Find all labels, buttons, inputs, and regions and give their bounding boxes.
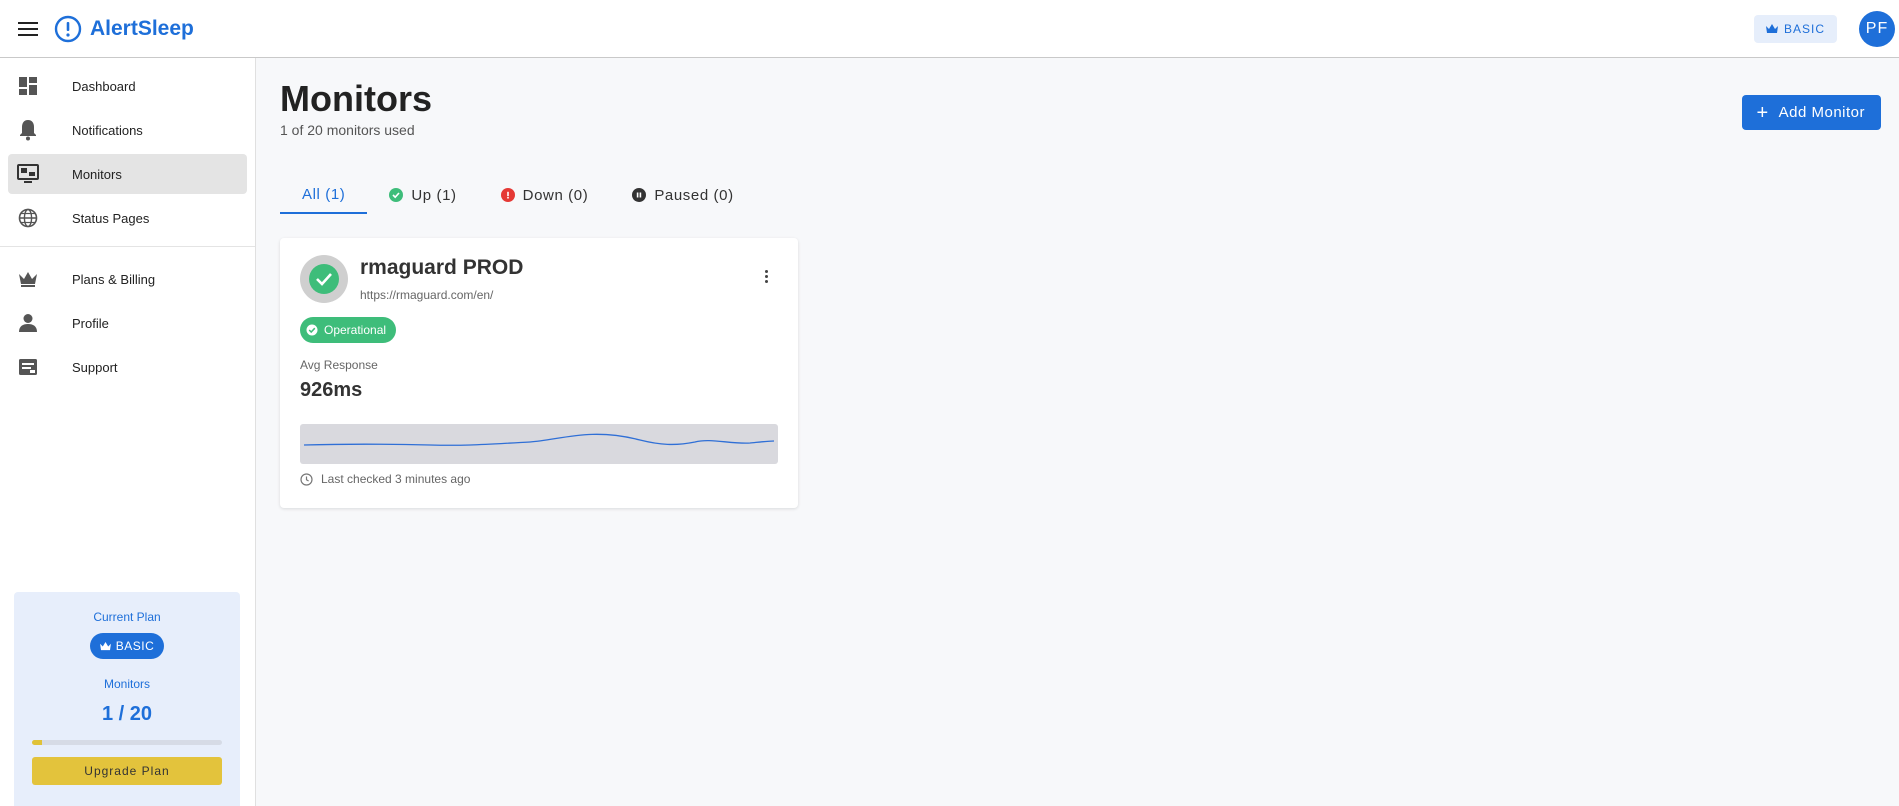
more-options-icon[interactable]	[758, 266, 774, 286]
sidebar-item-label: Notifications	[72, 122, 143, 138]
plus-icon: +	[1756, 101, 1769, 124]
plan-badge: BASIC	[89, 633, 165, 659]
tab-all[interactable]: All (1)	[280, 176, 368, 214]
crown-icon	[16, 267, 40, 291]
plan-chip[interactable]: BASIC	[1753, 14, 1837, 43]
avg-response-label: Avg Response	[300, 358, 378, 372]
current-plan-label: Current Plan	[93, 610, 161, 624]
sidebar-item-label: Support	[72, 359, 118, 375]
person-icon	[16, 311, 40, 335]
sidebar: Dashboard Notifications Monitors Status …	[0, 58, 256, 806]
hamburger-menu-icon[interactable]	[14, 15, 42, 43]
page-subtitle: 1 of 20 monitors used	[280, 122, 415, 138]
sidebar-item-support[interactable]: Support	[8, 347, 247, 387]
tab-label: Paused (0)	[654, 186, 734, 204]
tab-down[interactable]: Down (0)	[479, 176, 611, 214]
sidebar-item-monitors[interactable]: Monitors	[8, 154, 247, 194]
alert-circle-icon	[500, 188, 515, 202]
plan-chip-label: BASIC	[1783, 21, 1825, 36]
avg-response-value: 926ms	[300, 379, 363, 401]
monitor-filter-tabs: All (1) Up (1) Down (0) Paused (0)	[280, 176, 756, 214]
status-badge-label: Operational	[324, 323, 387, 337]
check-circle-icon	[306, 324, 318, 336]
clock-icon	[300, 472, 313, 486]
tab-label: All (1)	[302, 185, 346, 203]
crown-icon	[99, 641, 111, 650]
main-content: Monitors 1 of 20 monitors used + Add Mon…	[256, 58, 1899, 806]
tab-label: Down (0)	[522, 186, 589, 204]
last-checked: Last checked 3 minutes ago	[300, 472, 470, 486]
globe-icon	[16, 206, 40, 230]
monitor-card[interactable]: rmaguard PROD https://rmaguard.com/en/ O…	[280, 238, 798, 508]
add-monitor-button[interactable]: + Add Monitor	[1742, 95, 1881, 130]
sidebar-item-notifications[interactable]: Notifications	[8, 110, 247, 150]
avatar[interactable]: PF	[1859, 10, 1895, 47]
sidebar-item-label: Profile	[72, 315, 109, 331]
monitors-usage-bar	[32, 740, 222, 745]
sidebar-item-label: Monitors	[72, 166, 122, 182]
sidebar-item-label: Plans & Billing	[72, 271, 156, 287]
status-badge: Operational	[300, 317, 397, 343]
bell-icon	[16, 118, 40, 142]
add-monitor-label: Add Monitor	[1778, 104, 1865, 121]
sidebar-item-plans-billing[interactable]: Plans & Billing	[8, 259, 247, 299]
support-icon	[16, 355, 40, 379]
monitor-icon	[16, 162, 40, 186]
sidebar-item-profile[interactable]: Profile	[8, 303, 247, 343]
alert-logo-icon	[54, 15, 82, 42]
sidebar-item-label: Dashboard	[72, 78, 136, 94]
monitors-usage-label: Monitors	[103, 677, 150, 691]
monitors-usage-count: 1 / 20	[101, 703, 153, 725]
tab-paused[interactable]: Paused (0)	[610, 176, 755, 214]
current-plan-card: Current Plan BASIC Monitors 1 / 20 Upgra…	[14, 592, 240, 806]
sidebar-item-status-pages[interactable]: Status Pages	[8, 198, 247, 238]
last-checked-text: Last checked 3 minutes ago	[321, 472, 471, 486]
monitor-url: https://rmaguard.com/en/	[360, 288, 494, 302]
upgrade-plan-button[interactable]: Upgrade Plan	[32, 757, 222, 785]
crown-icon	[1765, 23, 1778, 33]
tab-label: Up (1)	[411, 186, 457, 204]
plan-badge-label: BASIC	[115, 639, 155, 653]
tab-up[interactable]: Up (1)	[367, 176, 478, 214]
monitors-usage-bar-fill	[32, 740, 42, 745]
check-circle-icon	[389, 188, 404, 202]
dashboard-icon	[16, 74, 40, 98]
monitor-name[interactable]: rmaguard PROD	[360, 256, 523, 280]
check-icon	[309, 264, 339, 294]
sidebar-item-label: Status Pages	[72, 210, 150, 226]
brand-name[interactable]: AlertSleep	[90, 17, 194, 41]
top-app-bar: AlertSleep BASIC PF	[0, 0, 1899, 58]
sidebar-divider	[0, 246, 255, 247]
pause-circle-icon	[632, 188, 647, 202]
sidebar-item-dashboard[interactable]: Dashboard	[8, 66, 247, 106]
response-time-sparkline	[300, 424, 778, 464]
page-title: Monitors	[280, 78, 432, 119]
monitor-status-indicator	[300, 255, 348, 303]
